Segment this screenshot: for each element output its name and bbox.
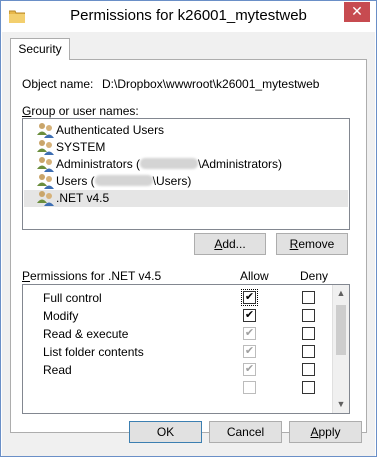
allow-checkbox[interactable]: ✔ [243, 309, 256, 322]
user-group-icon [37, 190, 55, 206]
list-item[interactable]: Users ( \Users) [24, 173, 348, 190]
deny-checkbox[interactable] [302, 345, 315, 358]
group-user-list[interactable]: Authenticated Users SYSTEM Administrator… [22, 118, 350, 230]
list-item[interactable]: Administrators ( \Administrators) [24, 156, 348, 173]
permission-row: Full control ✔ [23, 289, 333, 307]
permissions-list[interactable]: Full control ✔ Modify ✔ Read & execute ✔… [22, 284, 350, 414]
tab-security[interactable]: Security [10, 38, 70, 60]
permissions-label: Permissions for .NET v4.5 [22, 269, 162, 283]
deny-checkbox[interactable] [302, 291, 315, 304]
list-item-label: Users ( [56, 174, 95, 188]
user-group-icon [37, 173, 55, 189]
deny-checkbox[interactable] [302, 327, 315, 340]
allow-checkbox-disabled: ✔ [243, 363, 256, 376]
permission-row: Modify ✔ [23, 307, 333, 325]
permission-name: Read [43, 363, 72, 377]
title-bar[interactable]: Permissions for k26001_mytestweb ✕ [1, 1, 376, 32]
permission-row: Read & execute ✔ [23, 325, 333, 343]
permission-name: Read & execute [43, 327, 129, 341]
user-group-icon [37, 156, 55, 172]
list-item-suffix: \Users) [152, 174, 192, 188]
chevron-down-icon[interactable]: ▼ [333, 396, 349, 413]
client-area: Security Object name: D:\Dropbox\wwwroot… [2, 32, 375, 456]
object-name-label: Object name: [22, 77, 94, 91]
redacted-text [140, 158, 199, 169]
allow-checkbox[interactable]: ✔ [241, 289, 258, 306]
permission-row: Read ✔ [23, 361, 333, 379]
cancel-button[interactable]: Cancel [209, 421, 282, 443]
permission-row: List folder contents ✔ [23, 343, 333, 361]
scrollbar-thumb[interactable] [336, 305, 346, 355]
permission-name: Modify [43, 309, 79, 323]
apply-button[interactable]: Apply [289, 421, 362, 443]
permission-row [23, 379, 333, 397]
deny-checkbox[interactable] [302, 309, 315, 322]
ok-button[interactable]: OK [129, 421, 202, 443]
close-button[interactable]: ✕ [344, 2, 370, 22]
user-group-icon [37, 139, 55, 155]
deny-header: Deny [300, 269, 329, 283]
deny-checkbox[interactable] [302, 381, 315, 394]
list-item-label: SYSTEM [56, 140, 106, 154]
add-button[interactable]: Add... [194, 233, 266, 255]
allow-checkbox-disabled: ✔ [243, 327, 256, 340]
permissions-dialog: Permissions for k26001_mytestweb ✕ Secur… [0, 0, 377, 457]
permission-name: List folder contents [43, 345, 144, 359]
allow-checkbox-disabled: ✔ [243, 345, 256, 358]
user-group-icon [37, 122, 55, 138]
allow-checkbox-disabled [243, 381, 256, 394]
remove-button[interactable]: Remove [276, 233, 348, 255]
object-name-value: D:\Dropbox\wwwroot\k26001_mytestweb [102, 77, 320, 91]
permission-name: Full control [43, 291, 102, 305]
list-item-label: Administrators ( [56, 157, 141, 171]
deny-checkbox[interactable] [302, 363, 315, 376]
list-item-selected[interactable]: .NET v4.5 [24, 190, 348, 207]
redacted-text [94, 175, 153, 186]
chevron-up-icon[interactable]: ▲ [333, 285, 349, 302]
list-item-label: Authenticated Users [56, 123, 165, 137]
window-title: Permissions for k26001_mytestweb [70, 7, 307, 24]
list-item[interactable]: SYSTEM [24, 139, 348, 156]
vertical-scrollbar[interactable]: ▲ ▼ [332, 285, 349, 413]
group-names-label: Group or user names: [22, 104, 139, 118]
list-item-suffix: \Administrators) [198, 157, 283, 171]
list-item[interactable]: Authenticated Users [24, 122, 348, 139]
list-item-label: .NET v4.5 [56, 191, 110, 205]
allow-header: Allow [240, 269, 269, 283]
